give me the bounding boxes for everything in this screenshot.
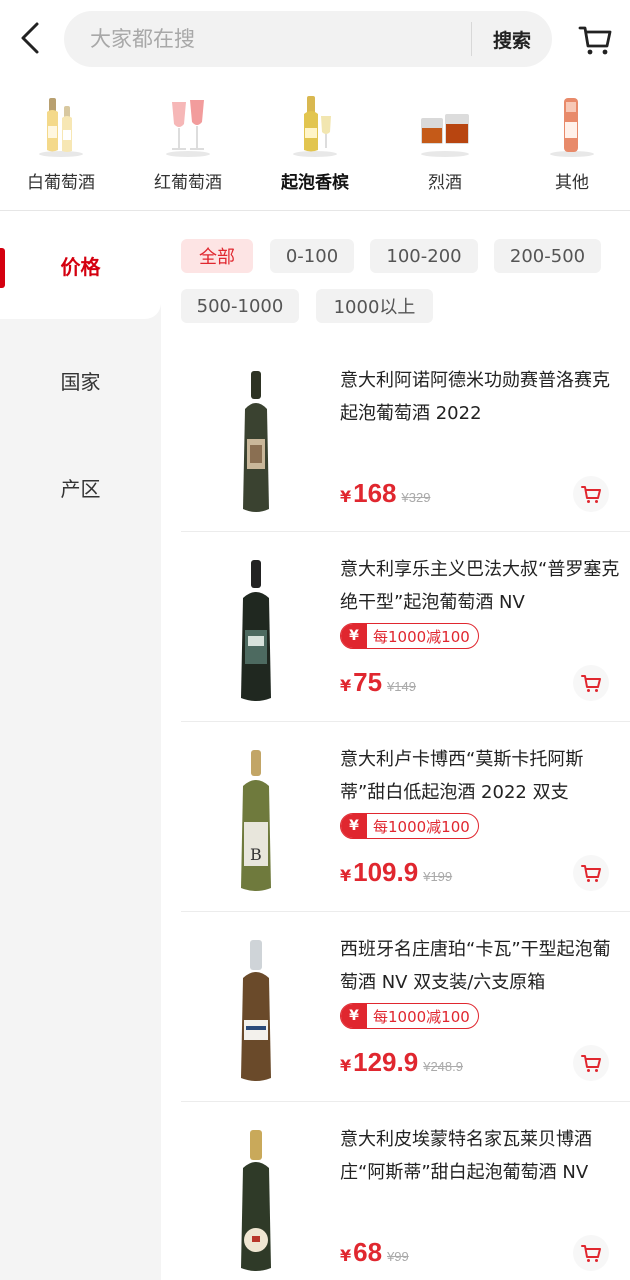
- price-currency: ¥: [340, 866, 352, 885]
- price-filter-0-100[interactable]: 0-100: [270, 239, 354, 273]
- original-price: ¥99: [387, 1249, 409, 1264]
- price-currency: ¥: [340, 487, 352, 506]
- price-row: ¥ 129.9 ¥248.9: [340, 1047, 463, 1081]
- sidebar-item-price[interactable]: 价格: [0, 211, 161, 319]
- coupon-badge: ¥ 每1000减100: [340, 623, 479, 649]
- sidebar-item-label: 国家: [60, 369, 101, 394]
- sidebar-item-country[interactable]: 国家: [0, 326, 161, 434]
- search-bar: 搜索: [64, 11, 552, 67]
- header: 搜索: [0, 0, 630, 78]
- cart-icon: [581, 865, 601, 882]
- cart-icon: [581, 486, 601, 503]
- white-wine-icon: [39, 98, 83, 157]
- product-title: 意大利阿诺阿德米功勋赛普洛赛克起泡葡萄酒 2022: [340, 370, 610, 424]
- product-card[interactable]: 意大利阿诺阿德米功勋赛普洛赛克起泡葡萄酒 2022 ¥ 168 ¥329: [181, 364, 630, 554]
- search-input[interactable]: [90, 11, 460, 67]
- price-row: ¥ 75 ¥149: [340, 667, 416, 701]
- price-row: ¥ 68 ¥99: [340, 1237, 409, 1271]
- filter-sidebar: 价格 国家 产区: [0, 211, 161, 1280]
- price-row: ¥ 109.9 ¥199: [340, 857, 452, 891]
- product-card[interactable]: B 意大利卢卡博西“莫斯卡托阿斯蒂”甜白低起泡酒 2022 双支 ¥ 每1000…: [181, 743, 630, 933]
- price-filter-200-500[interactable]: 200-500: [494, 239, 601, 273]
- coupon-text: 每1000减100: [373, 817, 470, 836]
- add-to-cart-button[interactable]: [573, 476, 609, 512]
- chevron-left-icon: [21, 22, 39, 54]
- divider: [181, 911, 630, 912]
- category-tabs: 白葡萄酒 红葡萄酒 起泡香槟 烈酒 其他: [0, 88, 630, 206]
- coupon-text: 每1000减100: [373, 1007, 470, 1026]
- category-label: 白葡萄酒: [27, 173, 95, 193]
- add-to-cart-button[interactable]: [573, 855, 609, 891]
- product-card[interactable]: 意大利享乐主义巴法大叔“普罗塞克绝干型”起泡葡萄酒 NV ¥ 每1000减100…: [181, 553, 630, 743]
- divider: [181, 721, 630, 722]
- product-title: 意大利皮埃蒙特名家瓦莱贝博酒庄“阿斯蒂”甜白起泡葡萄酒 NV: [340, 1129, 592, 1183]
- category-label: 起泡香槟: [281, 173, 349, 193]
- coupon-icon: ¥: [341, 1004, 367, 1028]
- product-image: [241, 940, 271, 1081]
- category-red-wine[interactable]: 红葡萄酒: [133, 88, 243, 206]
- product-image: [241, 560, 271, 701]
- sidebar-item-label: 产区: [60, 476, 101, 501]
- original-price: ¥329: [401, 490, 431, 505]
- price-currency: ¥: [340, 1056, 352, 1075]
- price-filter-500-1000[interactable]: 500-1000: [181, 289, 299, 323]
- category-label: 红葡萄酒: [154, 173, 222, 193]
- price-currency: ¥: [340, 676, 352, 695]
- price: 168: [353, 478, 397, 508]
- coupon-text: 每1000减100: [373, 627, 470, 646]
- price-filter-all[interactable]: 全部: [181, 239, 253, 273]
- original-price: ¥149: [387, 679, 416, 694]
- rose-glass-icon: [166, 100, 210, 157]
- product-title: 意大利卢卡博西“莫斯卡托阿斯蒂”甜白低起泡酒 2022 双支: [340, 749, 584, 803]
- price-filter-1000-plus[interactable]: 1000以上: [316, 289, 433, 323]
- product-title: 西班牙名庄唐珀“卡瓦”干型起泡葡萄酒 NV 双支装/六支原箱: [340, 939, 611, 993]
- back-button[interactable]: [14, 20, 46, 56]
- coupon-badge: ¥ 每1000减100: [340, 1003, 479, 1029]
- category-spirits[interactable]: 烈酒: [390, 88, 500, 206]
- product-card[interactable]: 西班牙名庄唐珀“卡瓦”干型起泡葡萄酒 NV 双支装/六支原箱 ¥ 每1000减1…: [181, 933, 630, 1123]
- cart-icon: [581, 1055, 601, 1072]
- product-image: B: [241, 750, 271, 891]
- cart-icon: [578, 26, 612, 55]
- price: 109.9: [353, 857, 419, 887]
- cart-icon: [581, 675, 601, 692]
- product-image: [243, 371, 269, 512]
- product-title: 意大利享乐主义巴法大叔“普罗塞克绝干型”起泡葡萄酒 NV: [340, 559, 620, 613]
- coupon-icon: ¥: [341, 624, 367, 648]
- search-button[interactable]: 搜索: [472, 11, 552, 67]
- price-filter-100-200[interactable]: 100-200: [370, 239, 478, 273]
- other-bottle-icon: [550, 98, 594, 157]
- champagne-icon: [293, 96, 337, 157]
- category-label: 其他: [555, 173, 589, 193]
- product-card[interactable]: 意大利皮埃蒙特名家瓦莱贝博酒庄“阿斯蒂”甜白起泡葡萄酒 NV ¥ 68 ¥99: [181, 1123, 630, 1280]
- category-label: 烈酒: [428, 173, 462, 193]
- active-indicator: [0, 248, 5, 288]
- sidebar-item-region[interactable]: 产区: [0, 433, 161, 541]
- coupon-icon: ¥: [341, 814, 367, 838]
- price-currency: ¥: [340, 1246, 352, 1265]
- original-price: ¥248.9: [423, 1059, 463, 1074]
- divider: [181, 531, 630, 532]
- cart-icon: [581, 1245, 601, 1262]
- price: 75: [353, 667, 383, 697]
- price: 129.9: [353, 1047, 419, 1077]
- category-sparkling[interactable]: 起泡香槟: [260, 88, 370, 206]
- add-to-cart-button[interactable]: [573, 1235, 609, 1271]
- cart-button[interactable]: [576, 20, 614, 58]
- original-price: ¥199: [423, 869, 453, 884]
- divider: [181, 1101, 630, 1102]
- add-to-cart-button[interactable]: [573, 1045, 609, 1081]
- coupon-badge: ¥ 每1000减100: [340, 813, 479, 839]
- product-image: [241, 1130, 271, 1271]
- add-to-cart-button[interactable]: [573, 665, 609, 701]
- sidebar-item-label: 价格: [60, 254, 101, 279]
- whisky-glass-icon: [421, 114, 469, 157]
- category-other[interactable]: 其他: [517, 88, 627, 206]
- price: 68: [353, 1237, 383, 1267]
- svg-text:B: B: [250, 845, 262, 864]
- category-white-wine[interactable]: 白葡萄酒: [6, 88, 116, 206]
- price-row: ¥ 168 ¥329: [340, 478, 430, 512]
